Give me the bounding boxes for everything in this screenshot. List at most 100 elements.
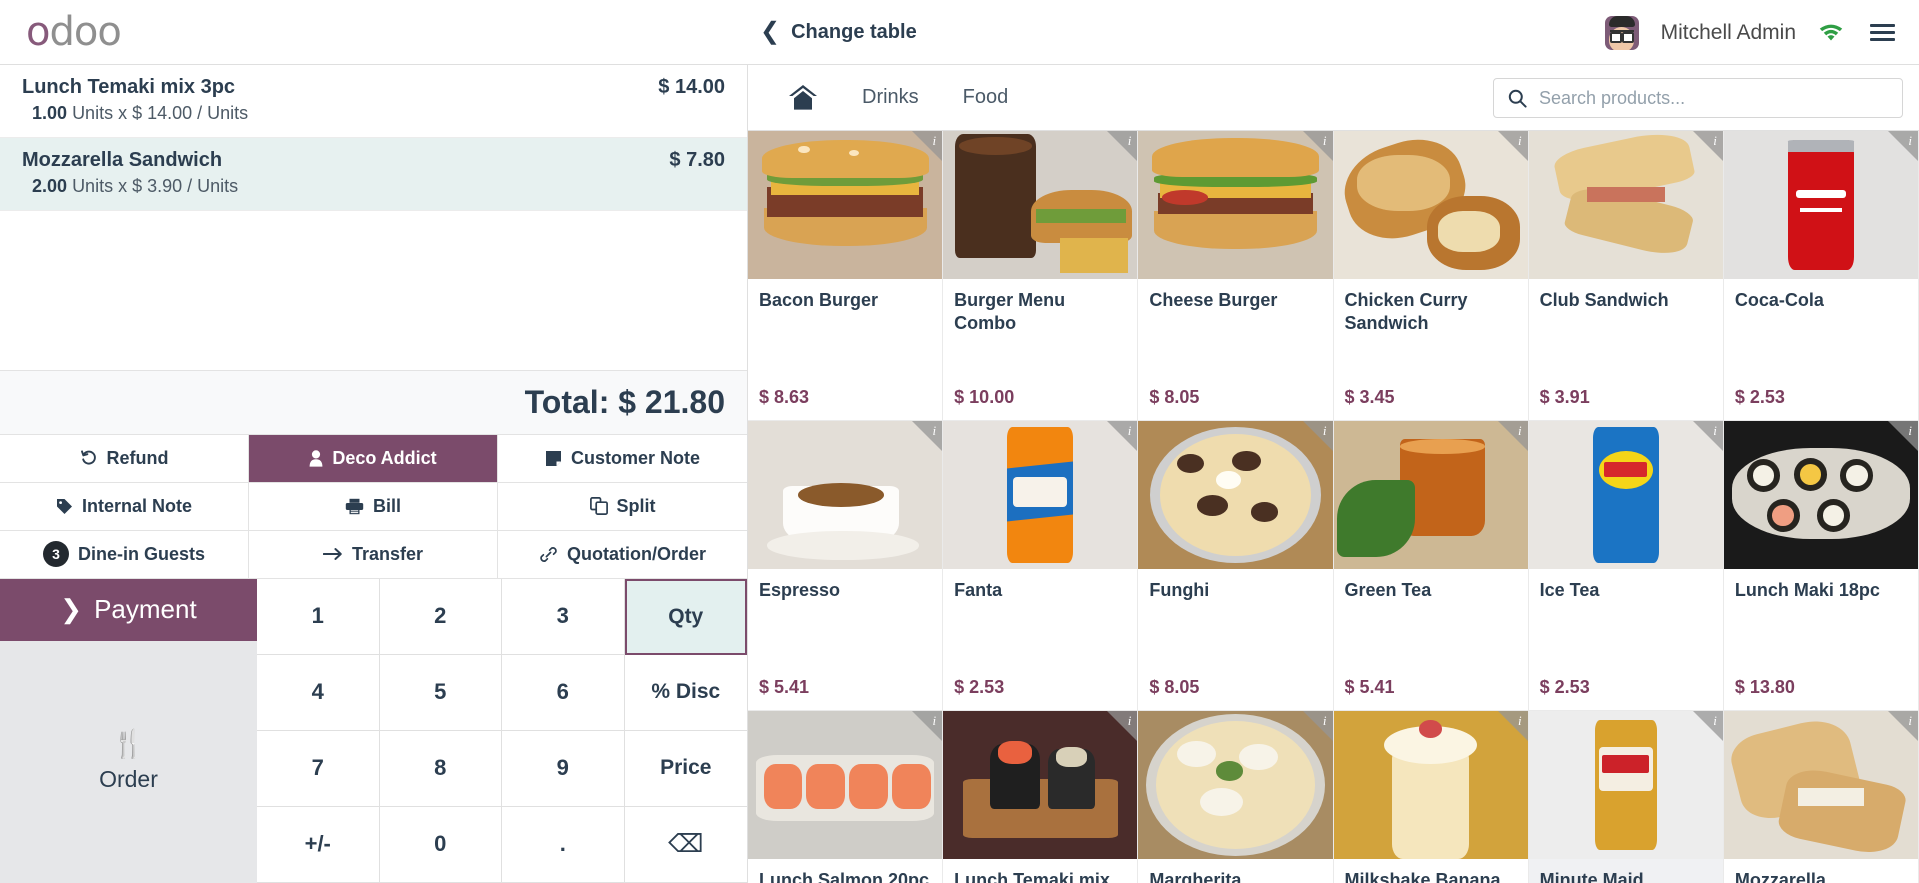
product-info-corner — [912, 131, 943, 161]
product-image: i — [1138, 711, 1333, 859]
wifi-icon[interactable] — [1818, 23, 1844, 43]
hamburger-menu-icon[interactable] — [1866, 20, 1899, 45]
change-table-button[interactable]: ❮ Change table — [760, 20, 917, 44]
main-area: Lunch Temaki mix 3pc $ 14.00 1.00 Units … — [0, 65, 1919, 883]
product-card[interactable]: i Fanta $ 2.53 — [943, 421, 1139, 711]
info-icon[interactable]: i — [933, 133, 937, 149]
product-card[interactable]: i Lunch Temaki mix 3pc — [943, 711, 1139, 883]
note-icon — [545, 450, 562, 467]
product-pane: Drinks Food Search products... i Bacon B… — [748, 65, 1919, 883]
order-line-detail: 2.00 Units x $ 3.90 / Units — [22, 176, 725, 197]
product-card[interactable]: i Burger Menu Combo $ 10.00 — [943, 131, 1139, 421]
order-line[interactable]: Lunch Temaki mix 3pc $ 14.00 1.00 Units … — [0, 65, 747, 138]
info-icon[interactable]: i — [1713, 133, 1717, 149]
search-box[interactable] — [1493, 78, 1903, 118]
product-card[interactable]: i Ice Tea $ 2.53 — [1528, 421, 1724, 711]
numpad-key-9[interactable]: 9 — [502, 730, 625, 807]
info-icon[interactable]: i — [1908, 713, 1912, 729]
product-card[interactable]: i Minute Maid — [1528, 711, 1724, 883]
numpad-key-4[interactable]: 4 — [257, 654, 380, 731]
product-card[interactable]: i Lunch Salmon 20pc — [748, 711, 944, 883]
info-icon[interactable]: i — [1518, 423, 1522, 439]
category-tab-food[interactable]: Food — [941, 65, 1031, 130]
numpad-key-5[interactable]: 5 — [379, 654, 502, 731]
info-icon[interactable]: i — [1908, 133, 1912, 149]
numpad: 1 2 3 Qty 4 5 6 % Disc 7 8 9 Price +/- 0… — [257, 578, 747, 883]
numpad-discount-button[interactable]: % Disc — [624, 654, 747, 731]
product-card[interactable]: i Coca-Cola $ 2.53 — [1723, 131, 1919, 421]
info-icon[interactable]: i — [933, 713, 937, 729]
refund-icon — [80, 449, 98, 467]
internal-note-button[interactable]: Internal Note — [0, 482, 249, 531]
info-icon[interactable]: i — [1323, 133, 1327, 149]
home-icon[interactable] — [766, 84, 840, 111]
product-name: Coca-Cola — [1734, 290, 1824, 310]
info-icon[interactable]: i — [1128, 423, 1132, 439]
product-card[interactable]: i Bacon Burger $ 8.63 — [748, 131, 944, 421]
numpad-key-8[interactable]: 8 — [379, 730, 502, 807]
info-icon[interactable]: i — [933, 423, 937, 439]
customer-button[interactable]: Deco Addict — [249, 434, 498, 483]
numpad-key-plusminus[interactable]: +/- — [257, 806, 380, 883]
order-line[interactable]: Mozzarella Sandwich $ 7.80 2.00 Units x … — [0, 138, 747, 211]
numpad-key-3[interactable]: 3 — [502, 578, 625, 655]
numpad-key-2[interactable]: 2 — [379, 578, 502, 655]
numpad-price-button[interactable]: Price — [624, 730, 747, 807]
numpad-key-7[interactable]: 7 — [257, 730, 380, 807]
product-name: Ice Tea — [1539, 580, 1600, 600]
product-card[interactable]: i Cheese Burger $ 8.05 — [1138, 131, 1334, 421]
product-name: Espresso — [759, 580, 841, 600]
numpad-key-6[interactable]: 6 — [502, 654, 625, 731]
info-icon[interactable]: i — [1908, 423, 1912, 439]
order-line-unit-text: Units x $ 3.90 / Units — [72, 176, 239, 196]
numpad-qty-button[interactable]: Qty — [624, 578, 747, 655]
product-card[interactable]: i Milkshake Banana — [1333, 711, 1529, 883]
info-icon[interactable]: i — [1128, 713, 1132, 729]
product-price: $ 3.91 — [1539, 387, 1590, 407]
product-card[interactable]: i Funghi $ 8.05 — [1138, 421, 1334, 711]
info-icon[interactable]: i — [1128, 133, 1132, 149]
product-card[interactable]: i Espresso $ 5.41 — [748, 421, 944, 711]
order-line-price: $ 7.80 — [669, 149, 725, 171]
info-icon[interactable]: i — [1323, 423, 1327, 439]
product-card[interactable]: i Mozzarella Sandwich — [1723, 711, 1919, 883]
product-card[interactable]: i Club Sandwich $ 3.91 — [1528, 131, 1724, 421]
cutlery-icon: 🍴 — [111, 728, 146, 759]
order-button[interactable]: 🍴 Order — [0, 640, 257, 883]
product-card[interactable]: i Green Tea $ 5.41 — [1333, 421, 1529, 711]
user-name[interactable]: Mitchell Admin — [1661, 21, 1796, 45]
change-table-label: Change table — [791, 20, 917, 43]
bill-button[interactable]: Bill — [249, 482, 498, 531]
payment-button[interactable]: ❯ Payment — [0, 578, 257, 641]
info-icon[interactable]: i — [1323, 713, 1327, 729]
order-line-name: Lunch Temaki mix 3pc — [22, 76, 236, 98]
avatar[interactable] — [1604, 15, 1639, 50]
product-card[interactable]: i Chicken Curry Sandwich $ 3.45 — [1333, 131, 1529, 421]
numpad-backspace-button[interactable]: ⌫ — [624, 806, 747, 883]
numpad-key-1[interactable]: 1 — [257, 578, 380, 655]
odoo-logo[interactable]: odoo — [26, 9, 122, 55]
quotation-order-button[interactable]: Quotation/Order — [498, 530, 747, 579]
info-icon[interactable]: i — [1713, 423, 1717, 439]
customer-note-button[interactable]: Customer Note — [498, 434, 747, 483]
split-button[interactable]: Split — [498, 482, 747, 531]
search-input[interactable] — [1539, 87, 1888, 109]
product-image: i — [1138, 131, 1333, 279]
chevron-right-icon: ❯ — [60, 594, 83, 624]
numpad-key-decimal[interactable]: . — [502, 806, 625, 883]
product-name: Mozzarella Sandwich — [1734, 870, 1826, 883]
info-icon[interactable]: i — [1518, 133, 1522, 149]
odoo-logo-rest: doo — [49, 9, 121, 55]
product-card[interactable]: i Lunch Maki 18pc $ 13.80 — [1723, 421, 1919, 711]
numpad-key-0[interactable]: 0 — [379, 806, 502, 883]
product-image: i — [1528, 131, 1723, 279]
product-name: Funghi — [1149, 580, 1210, 600]
product-card[interactable]: i Margherita — [1138, 711, 1334, 883]
transfer-button[interactable]: Transfer — [249, 530, 498, 579]
internal-note-label: Internal Note — [81, 495, 192, 516]
info-icon[interactable]: i — [1518, 713, 1522, 729]
refund-button[interactable]: Refund — [0, 434, 249, 483]
dine-in-guests-button[interactable]: 3 Dine-in Guests — [0, 530, 249, 579]
info-icon[interactable]: i — [1713, 713, 1717, 729]
category-tab-drinks[interactable]: Drinks — [840, 65, 941, 130]
